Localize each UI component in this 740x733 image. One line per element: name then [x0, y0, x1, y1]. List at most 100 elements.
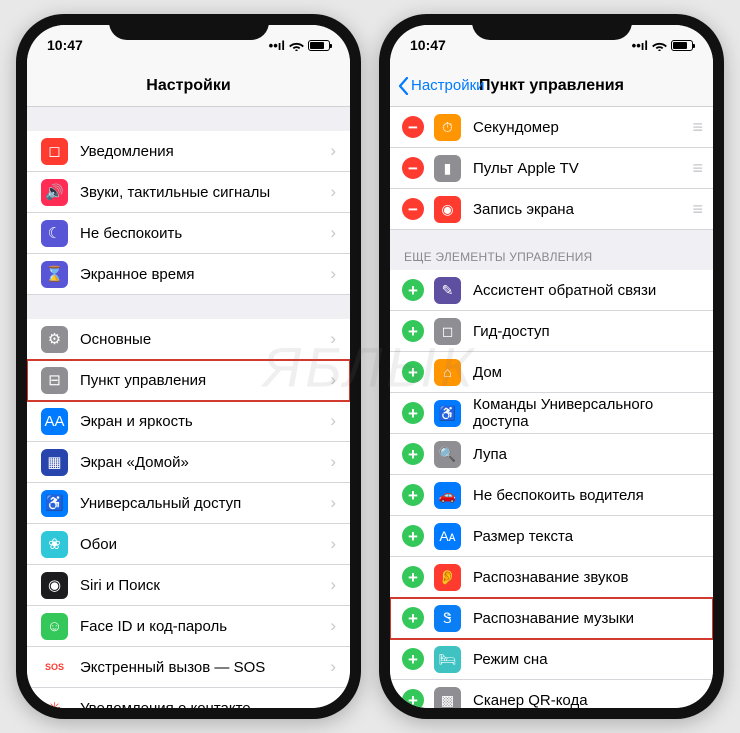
more-control-row[interactable]: +🚗Не беспокоить водителя	[390, 475, 713, 516]
status-time: 10:47	[47, 37, 83, 53]
sleep-icon: 🛏	[434, 646, 461, 673]
more-control-row[interactable]: +▩Сканер QR-кода	[390, 680, 713, 708]
control-row-label: Режим сна	[473, 651, 701, 668]
more-control-row[interactable]: + ✎ Ассистент обратной связи	[390, 270, 713, 311]
chevron-right-icon: ›	[330, 182, 336, 202]
home-icon: ▦	[41, 449, 68, 476]
navbar-left: Настройки	[27, 65, 350, 107]
back-label: Настройки	[411, 77, 485, 94]
add-button[interactable]: +	[402, 648, 424, 670]
signal-icon: ••ıl	[632, 38, 648, 53]
drag-handle-icon[interactable]: ≡	[692, 117, 701, 138]
homekit-icon: ⌂	[434, 359, 461, 386]
more-control-row[interactable]: + ◻ Гид-доступ	[390, 311, 713, 352]
status-time: 10:47	[410, 37, 446, 53]
add-button[interactable]: +	[402, 525, 424, 547]
screen-right: 10:47 ••ıl Настройки Пункт управления −⏱…	[390, 25, 713, 708]
settings-row[interactable]: AAЭкран и яркость›	[27, 401, 350, 442]
control-row-label: Пульт Apple TV	[473, 160, 692, 177]
notch	[472, 14, 632, 40]
settings-row-label: Пункт управления	[80, 372, 330, 389]
phone-right: 10:47 ••ıl Настройки Пункт управления −⏱…	[379, 14, 724, 719]
qr-icon: ▩	[434, 687, 461, 709]
more-control-row[interactable]: +♿Команды Универсального доступа	[390, 393, 713, 434]
control-row-label: Ассистент обратной связи	[473, 282, 701, 299]
drag-handle-icon[interactable]: ≡	[692, 158, 701, 179]
remove-button[interactable]: −	[402, 157, 424, 179]
general-icon: ⚙	[41, 326, 68, 353]
battery-icon	[308, 40, 330, 51]
page-title: Настройки	[146, 77, 230, 95]
settings-row-label: Экстренный вызов — SOS	[80, 659, 330, 676]
chevron-right-icon: ›	[330, 264, 336, 284]
add-button[interactable]: +	[402, 689, 424, 708]
add-button[interactable]: +	[402, 402, 424, 424]
settings-row[interactable]: ⚙Основные›	[27, 319, 350, 360]
wifi-icon	[289, 40, 304, 51]
included-control-row[interactable]: −⏱Секундомер≡	[390, 107, 713, 148]
control-row-label: Не беспокоить водителя	[473, 487, 701, 504]
settings-row[interactable]: ♿Универсальный доступ›	[27, 483, 350, 524]
control-row-label: Распознавание музыки	[473, 610, 701, 627]
settings-list[interactable]: ◻Уведомления›🔊Звуки, тактильные сигналы›…	[27, 107, 350, 708]
add-button[interactable]: +	[402, 361, 424, 383]
navbar-right: Настройки Пункт управления	[390, 65, 713, 107]
magnifier-icon: 🔍	[434, 441, 461, 468]
settings-row-label: Экранное время	[80, 266, 330, 283]
chevron-right-icon: ›	[330, 141, 336, 161]
remove-button[interactable]: −	[402, 116, 424, 138]
settings-row-label: Универсальный доступ	[80, 495, 330, 512]
more-control-row[interactable]: + 🛏 Режим сна	[390, 639, 713, 680]
chevron-right-icon: ›	[330, 452, 336, 472]
control-row-label: Гид-доступ	[473, 323, 701, 340]
included-control-row[interactable]: −◉Запись экрана≡	[390, 189, 713, 230]
more-control-row[interactable]: +AᴀРазмер текста	[390, 516, 713, 557]
settings-row[interactable]: ⊟Пункт управления›	[27, 360, 350, 401]
settings-row[interactable]: SOSЭкстренный вызов — SOS›	[27, 647, 350, 688]
control-row-label: Лупа	[473, 446, 701, 463]
more-control-row[interactable]: +👂Распознавание звуков	[390, 557, 713, 598]
control-row-label: Дом	[473, 364, 701, 381]
settings-row-label: Уведомления	[80, 143, 330, 160]
sounds-icon: 🔊	[41, 179, 68, 206]
settings-row[interactable]: ☾Не беспокоить›	[27, 213, 350, 254]
wifi-icon	[652, 40, 667, 51]
settings-row[interactable]: ✳Уведомления о контакте›	[27, 688, 350, 708]
shazam-icon: Ꮥ	[434, 605, 461, 632]
add-button[interactable]: +	[402, 443, 424, 465]
notch	[109, 14, 269, 40]
chevron-right-icon: ›	[330, 657, 336, 677]
notifications-icon: ◻	[41, 138, 68, 165]
settings-row-label: Обои	[80, 536, 330, 553]
drag-handle-icon[interactable]: ≡	[692, 199, 701, 220]
add-button[interactable]: +	[402, 566, 424, 588]
settings-row[interactable]: 🔊 Звуки, тактильные сигналы›	[27, 172, 350, 213]
screen-left: 10:47 ••ıl Настройки ◻Уведомления›🔊Звуки…	[27, 25, 350, 708]
settings-row-label: Звуки, тактильные сигналы	[80, 184, 330, 201]
settings-row-label: Уведомления о контакте	[80, 700, 330, 709]
more-control-row[interactable]: + Ꮥ Распознавание музыки	[390, 598, 713, 639]
more-control-row[interactable]: + 🔍 Лупа	[390, 434, 713, 475]
settings-row[interactable]: ☺Face ID и код-пароль›	[27, 606, 350, 647]
guided-icon: ◻	[434, 318, 461, 345]
remove-button[interactable]: −	[402, 198, 424, 220]
add-button[interactable]: +	[402, 607, 424, 629]
add-button[interactable]: +	[402, 484, 424, 506]
settings-row[interactable]: ⌛Экранное время›	[27, 254, 350, 295]
add-button[interactable]: +	[402, 279, 424, 301]
included-control-row[interactable]: −▮Пульт Apple TV≡	[390, 148, 713, 189]
back-button[interactable]: Настройки	[398, 77, 485, 95]
wallpaper-icon: ❀	[41, 531, 68, 558]
settings-row[interactable]: ▦Экран «Домой»›	[27, 442, 350, 483]
more-control-row[interactable]: + ⌂ Дом	[390, 352, 713, 393]
control-center-list[interactable]: −⏱Секундомер≡−▮Пульт Apple TV≡−◉Запись э…	[390, 107, 713, 708]
settings-row[interactable]: ◉Siri и Поиск›	[27, 565, 350, 606]
feedback-icon: ✎	[434, 277, 461, 304]
settings-row[interactable]: ❀ Обои›	[27, 524, 350, 565]
settings-row[interactable]: ◻ Уведомления›	[27, 131, 350, 172]
add-button[interactable]: +	[402, 320, 424, 342]
chevron-right-icon: ›	[330, 534, 336, 554]
control-center-icon: ⊟	[41, 367, 68, 394]
control-row-label: Запись экрана	[473, 201, 692, 218]
faceid-icon: ☺	[41, 613, 68, 640]
